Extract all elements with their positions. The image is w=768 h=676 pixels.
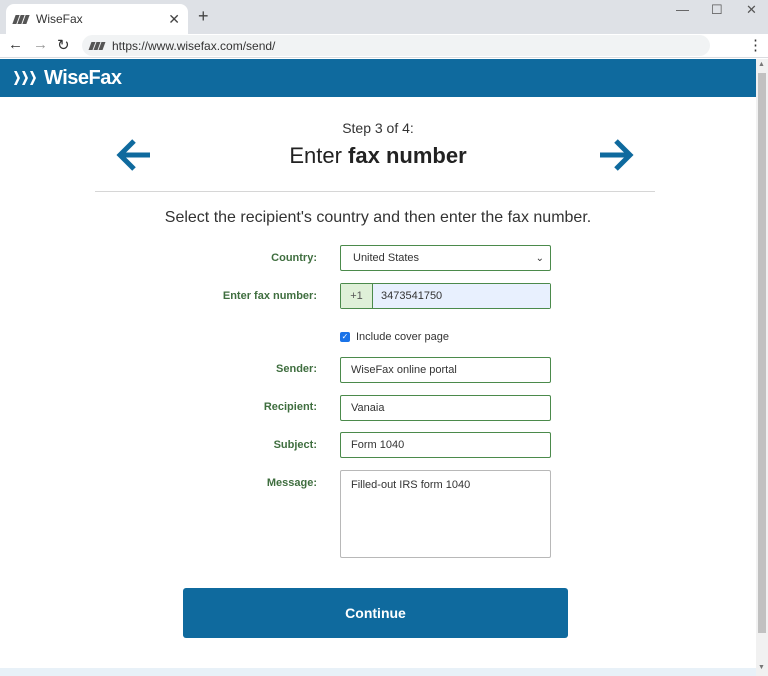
- tab-title: WiseFax: [36, 12, 83, 26]
- recipient-input[interactable]: Vanaia: [340, 395, 551, 421]
- message-textarea[interactable]: Filled-out IRS form 1040: [340, 470, 551, 558]
- country-label: Country:: [271, 252, 317, 264]
- tab-close-icon[interactable]: ✕: [168, 11, 180, 28]
- new-tab-button[interactable]: +: [198, 6, 209, 27]
- scroll-thumb[interactable]: [758, 73, 766, 633]
- chevron-down-icon: ⌄: [535, 252, 544, 264]
- address-bar: ← → ↻ https://www.wisefax.com/send/ ⋮: [0, 34, 768, 58]
- step-indicator: Step 3 of 4:: [342, 120, 414, 136]
- menu-icon[interactable]: ⋮: [748, 36, 763, 54]
- footer-band: [0, 668, 756, 676]
- title-prefix: Enter: [289, 143, 349, 168]
- url-field[interactable]: https://www.wisefax.com/send/: [82, 35, 710, 56]
- recipient-label: Recipient:: [263, 401, 317, 413]
- cover-page-checkbox[interactable]: ✓: [340, 332, 350, 342]
- scrollbar[interactable]: ▲ ▼: [756, 59, 768, 676]
- country-select[interactable]: United States ⌄: [340, 245, 551, 271]
- subject-label: Subject:: [273, 439, 317, 451]
- scroll-up-icon[interactable]: ▲: [758, 61, 765, 68]
- minimize-icon[interactable]: —: [676, 2, 689, 17]
- continue-button[interactable]: Continue: [183, 588, 568, 638]
- scroll-down-icon[interactable]: ▼: [758, 664, 765, 671]
- message-label: Message:: [266, 477, 317, 489]
- cover-page-label[interactable]: Include cover page: [356, 331, 449, 343]
- title-bold: fax number: [348, 143, 467, 168]
- reload-icon[interactable]: ↻: [57, 36, 70, 54]
- next-arrow-icon[interactable]: [598, 138, 634, 172]
- country-value: United States: [353, 252, 420, 264]
- cover-page-option[interactable]: ✓ Include cover page: [340, 331, 449, 343]
- wisefax-favicon-icon: [12, 14, 30, 24]
- country-code: +1: [341, 284, 373, 308]
- site-favicon-icon: [88, 41, 106, 51]
- close-icon[interactable]: ✕: [746, 2, 757, 18]
- fax-number-label: Enter fax number:: [222, 290, 317, 302]
- wisefax-logo-icon[interactable]: [14, 71, 36, 85]
- divider: [95, 191, 655, 192]
- back-icon[interactable]: ←: [8, 36, 23, 53]
- site-header: WiseFax: [0, 59, 756, 97]
- subject-input[interactable]: Form 1040: [340, 432, 551, 458]
- logo-text[interactable]: WiseFax: [44, 67, 122, 90]
- page-title: Enter fax number: [0, 143, 756, 169]
- url-text: https://www.wisefax.com/send/: [112, 38, 276, 53]
- instructions-text: Select the recipient's country and then …: [164, 209, 592, 226]
- sender-input[interactable]: WiseFax online portal: [340, 357, 551, 383]
- sender-label: Sender:: [276, 363, 317, 375]
- back-arrow-icon[interactable]: [116, 138, 152, 172]
- fax-number-input[interactable]: 3473541750: [373, 284, 550, 308]
- browser-tab[interactable]: WiseFax ✕: [6, 4, 188, 34]
- maximize-icon[interactable]: ☐: [711, 2, 723, 18]
- browser-tab-bar: WiseFax ✕ + — ☐ ✕: [0, 0, 768, 34]
- forward-icon[interactable]: →: [33, 36, 48, 53]
- fax-number-field[interactable]: +1 3473541750: [340, 283, 551, 309]
